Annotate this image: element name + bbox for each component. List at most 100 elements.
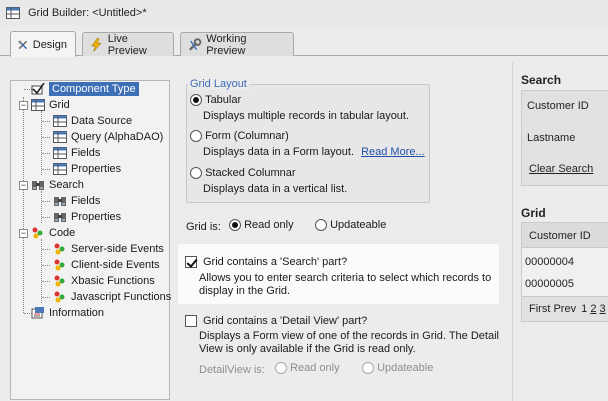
tree-item-properties[interactable]: Properties <box>53 161 121 177</box>
collapse-code-toggle[interactable]: − <box>19 229 28 238</box>
information-icon <box>31 307 44 319</box>
code-icon <box>54 243 65 255</box>
detail-view-desc-2: View is only available if the Grid is re… <box>199 343 416 355</box>
page-3[interactable]: 3 <box>600 303 606 315</box>
tree-label: Xbasic Functions <box>71 275 155 287</box>
tree-label: Component Type <box>49 82 139 96</box>
detailview-is-label: DetailView is: <box>199 364 265 376</box>
radio-label: Stacked Columnar <box>205 167 296 180</box>
tree-item-server-events[interactable]: Server-side Events <box>53 241 164 257</box>
detailview-updateable-radio[interactable]: Updateable <box>362 362 434 375</box>
page-2[interactable]: 2 <box>590 303 596 315</box>
search-binoculars-icon <box>54 213 66 222</box>
preview-nav: First Prev 1 2 3 <box>529 303 606 315</box>
radio-indicator <box>190 130 202 143</box>
detailview-read-only-radio[interactable]: Read only <box>275 362 340 375</box>
preview-search-title: Search <box>521 73 562 87</box>
detail-view-desc-1: Displays a Form view of one of the recor… <box>199 330 499 342</box>
checkbox-indicator <box>185 256 197 268</box>
tree-label: Search <box>49 179 84 191</box>
preview-clear-search-button[interactable]: Clear Search <box>529 163 593 175</box>
grid-is-label: Grid is: <box>186 221 221 233</box>
grid-read-only-radio[interactable]: Read only <box>229 219 294 232</box>
code-icon <box>54 275 65 287</box>
layout-form-radio[interactable]: Form (Columnar) <box>190 130 289 143</box>
tree-item-client-events[interactable]: Client-side Events <box>53 257 160 273</box>
search-part-desc-2: display in the Grid. <box>199 285 291 297</box>
component-type-icon <box>31 83 45 95</box>
tree-item-search-fields[interactable]: Fields <box>53 193 100 209</box>
title-bar: Grid Builder: <Untitled>* <box>0 0 608 26</box>
preview-grid-title: Grid <box>521 206 546 220</box>
form-desc-text: Displays data in a Form layout. <box>203 146 355 158</box>
grid-builder-icon <box>6 7 20 19</box>
grid-icon <box>53 131 67 143</box>
search-part-desc-1: Allows you to enter search criteria to s… <box>199 272 492 284</box>
tree-label: Code <box>49 227 76 239</box>
code-icon <box>54 291 65 303</box>
tab-working-preview[interactable]: Working Preview <box>180 32 294 57</box>
code-icon <box>32 227 43 239</box>
radio-indicator <box>315 219 327 232</box>
tree-item-code[interactable]: Code <box>31 225 75 241</box>
radio-label: Updateable <box>377 362 434 375</box>
tree-label: Fields <box>71 195 101 207</box>
code-icon <box>54 259 65 271</box>
tab-live-preview[interactable]: Live Preview <box>82 32 174 57</box>
collapse-grid-toggle[interactable]: − <box>19 101 28 110</box>
layout-tabular-radio[interactable]: Tabular <box>190 94 241 107</box>
design-tools-icon <box>18 40 28 49</box>
lightning-icon <box>91 37 102 52</box>
collapse-search-toggle[interactable]: − <box>19 181 28 190</box>
tree-item-grid[interactable]: Grid <box>31 97 70 113</box>
preview-lastname-label: Lastname <box>527 132 576 144</box>
detail-view-checkbox[interactable] <box>185 315 197 330</box>
tree-item-search-properties[interactable]: Properties <box>53 209 121 225</box>
navigation-tree: − − − Component Type Grid Data Source Qu… <box>10 80 171 400</box>
tree-item-data-source[interactable]: Data Source <box>53 113 132 129</box>
form-description: Displays data in a Form layout. Read Mor… <box>203 146 425 158</box>
radio-indicator <box>362 362 374 375</box>
tree-item-component-type[interactable]: Component Type <box>31 81 139 97</box>
tree-label: Information <box>49 307 105 319</box>
nav-prev-button[interactable]: Prev <box>553 303 576 315</box>
grid-layout-label: Grid Layout <box>188 78 249 90</box>
tab-label: Live Preview <box>107 32 147 57</box>
search-part-checkbox[interactable] <box>185 256 197 271</box>
search-part-label: Grid contains a 'Search' part? <box>203 256 348 268</box>
stacked-description: Displays data in a vertical list. <box>203 183 348 195</box>
checkbox-indicator <box>185 315 197 327</box>
tree-item-information[interactable]: Information <box>31 305 104 321</box>
grid-updateable-radio[interactable]: Updateable <box>315 219 387 232</box>
radio-label: Read only <box>290 362 340 375</box>
tree-label: Fields <box>71 147 101 159</box>
tabular-description: Displays multiple records in tabular lay… <box>203 110 410 122</box>
preview-col-header: Customer ID <box>529 230 591 242</box>
tree-item-search[interactable]: Search <box>31 177 84 193</box>
detail-view-label: Grid contains a 'Detail View' part? <box>203 315 368 327</box>
radio-label: Updateable <box>330 219 387 232</box>
radio-indicator <box>275 362 287 375</box>
nav-first-button[interactable]: First <box>529 303 550 315</box>
preview-customer-id-label: Customer ID <box>527 100 589 112</box>
tree-label: Javascript Functions <box>71 291 172 303</box>
tree-item-xbasic[interactable]: Xbasic Functions <box>53 273 155 289</box>
search-binoculars-icon <box>54 197 66 206</box>
preview-row-1: 00000004 <box>525 256 574 268</box>
grid-icon <box>53 147 67 159</box>
preview-row-2: 00000005 <box>525 278 574 290</box>
layout-stacked-radio[interactable]: Stacked Columnar <box>190 167 296 180</box>
tree-item-query[interactable]: Query (AlphaDAO) <box>53 129 163 145</box>
tree-label: Data Source <box>71 115 133 127</box>
tree-item-fields[interactable]: Fields <box>53 145 100 161</box>
preview-pane: Search Customer ID Lastname Clear Search… <box>512 62 608 401</box>
tree-item-javascript[interactable]: Javascript Functions <box>53 289 171 305</box>
page-1[interactable]: 1 <box>581 303 587 315</box>
tree-label: Client-side Events <box>71 259 160 271</box>
tab-design[interactable]: Design <box>10 31 76 57</box>
tree-label: Query (AlphaDAO) <box>71 131 164 143</box>
grid-icon <box>31 99 45 111</box>
grid-icon <box>53 163 67 175</box>
search-binoculars-icon <box>32 181 44 190</box>
read-more-link[interactable]: Read More... <box>361 146 425 158</box>
